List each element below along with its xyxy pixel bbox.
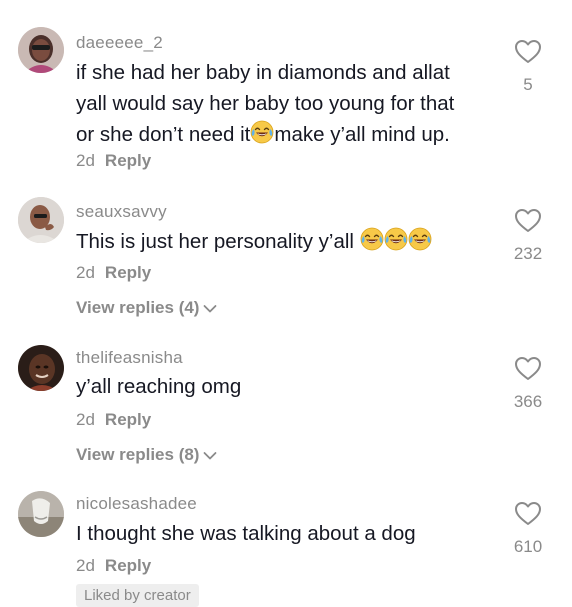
avatar[interactable] <box>18 345 64 391</box>
like-count: 232 <box>513 244 543 263</box>
comment-time: 2d <box>76 151 95 170</box>
view-replies-button[interactable]: View replies (8) <box>76 445 217 465</box>
view-replies-label: View replies (8) <box>76 445 200 464</box>
view-replies-label: View replies (4) <box>76 298 200 317</box>
like-count: 366 <box>513 392 543 411</box>
comment-meta: 2d Reply <box>76 151 151 171</box>
heart-outline-icon[interactable] <box>514 207 542 233</box>
avatar[interactable] <box>18 27 64 73</box>
heart-outline-icon[interactable] <box>514 355 542 381</box>
heart-outline-icon[interactable] <box>514 38 542 64</box>
comment-text-segment: make y’all mind up. <box>274 123 450 146</box>
chevron-down-icon <box>204 451 217 459</box>
comment-meta: 2d Reply <box>76 556 151 576</box>
liked-by-creator-badge: Liked by creator <box>76 584 199 607</box>
comment-text-line: or she don’t need it make y’all mind up. <box>76 119 506 150</box>
comment-item: daeeeee_2 if she had her baby in diamond… <box>0 0 572 185</box>
comment-time: 2d <box>76 263 95 282</box>
laughing-emoji-icon <box>384 227 408 251</box>
comment-meta: 2d Reply <box>76 263 151 283</box>
view-replies-button[interactable]: View replies (4) <box>76 298 217 318</box>
like-button[interactable]: 610 <box>506 500 550 557</box>
like-count: 610 <box>513 537 543 556</box>
comment-text: I thought she was talking about a dog <box>76 522 416 545</box>
reply-button[interactable]: Reply <box>105 263 151 282</box>
comment-meta: 2d Reply <box>76 410 151 430</box>
laughing-emoji-icon <box>408 227 432 251</box>
comment-username[interactable]: daeeeee_2 <box>76 33 163 53</box>
comment-text: This is just her personality y’all <box>76 226 506 257</box>
laughing-emoji-icon <box>360 227 384 251</box>
comment-text-segment: or she don’t need it <box>76 123 251 146</box>
comment-time: 2d <box>76 410 95 429</box>
comment-text-line: yall would say her baby too young for th… <box>76 92 455 115</box>
comment-item: thelifeasnisha y’all reaching omg 2d Repl… <box>0 335 572 483</box>
comment-username[interactable]: seauxsavvy <box>76 202 167 222</box>
avatar[interactable] <box>18 491 64 537</box>
chevron-down-icon <box>204 304 217 312</box>
comment-item: seauxsavvy This is just her personality … <box>0 185 572 335</box>
like-button[interactable]: 366 <box>506 355 550 412</box>
avatar[interactable] <box>18 197 64 243</box>
comment-text-segment: This is just her personality y’all <box>76 230 354 253</box>
comment-item: nicolesashadee I thought she was talking… <box>0 483 572 600</box>
reply-button[interactable]: Reply <box>105 151 151 170</box>
reply-button[interactable]: Reply <box>105 556 151 575</box>
comment-username[interactable]: thelifeasnisha <box>76 348 183 368</box>
like-button[interactable]: 232 <box>506 207 550 264</box>
comment-text-line: if she had her baby in diamonds and alla… <box>76 61 450 84</box>
like-count: 5 <box>523 75 533 94</box>
comment-username[interactable]: nicolesashadee <box>76 494 197 514</box>
comment-text: y’all reaching omg <box>76 375 242 398</box>
comment-text: if she had her baby in diamonds and alla… <box>76 57 506 150</box>
comment-time: 2d <box>76 556 95 575</box>
reply-button[interactable]: Reply <box>105 410 151 429</box>
heart-outline-icon[interactable] <box>514 500 542 526</box>
like-button[interactable]: 5 <box>506 38 550 95</box>
laughing-emoji-icon <box>250 120 275 144</box>
